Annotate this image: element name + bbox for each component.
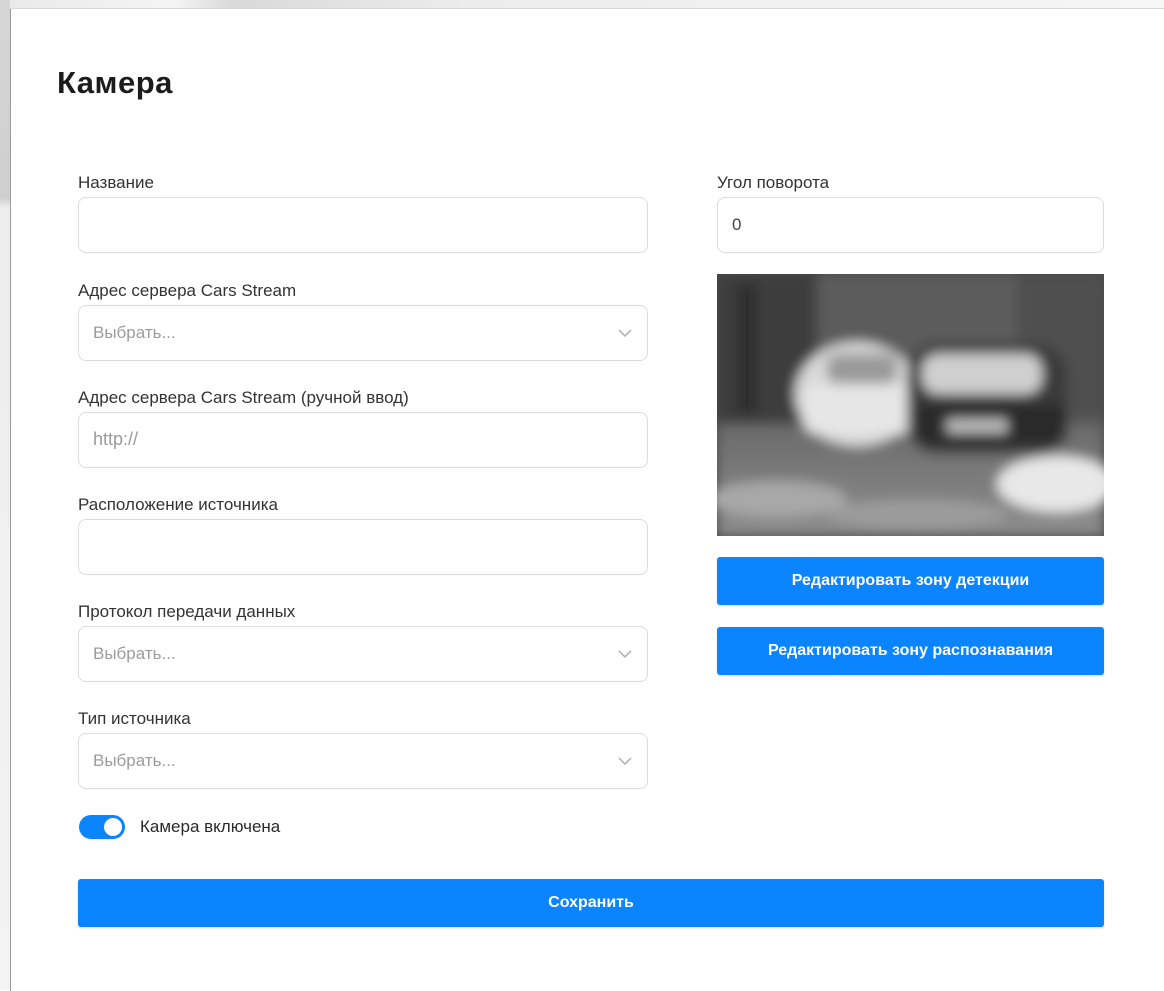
protocol-select[interactable]: Выбрать...: [78, 626, 648, 682]
camera-modal: Камера Название Адрес сервера Cars Strea…: [10, 8, 1164, 991]
camera-enabled-label: Камера включена: [140, 817, 281, 836]
toggle-knob: [104, 818, 122, 836]
server-address-label: Адрес сервера Cars Stream: [78, 281, 297, 300]
server-address-select-value: Выбрать...: [93, 323, 176, 342]
server-manual-input[interactable]: [78, 412, 648, 468]
modal-title: Камера: [57, 65, 173, 100]
source-type-select-value: Выбрать...: [93, 751, 176, 770]
protocol-label: Протокол передачи данных: [78, 602, 296, 621]
server-manual-label: Адрес сервера Cars Stream (ручной ввод): [78, 388, 409, 407]
server-address-select[interactable]: Выбрать...: [78, 305, 648, 361]
save-button[interactable]: Сохранить: [78, 879, 1104, 927]
rotation-input[interactable]: [717, 197, 1104, 253]
rotation-label: Угол поворота: [717, 173, 830, 192]
name-input[interactable]: [78, 197, 648, 253]
page-backdrop-top: [0, 0, 1164, 8]
chevron-down-icon: [618, 329, 632, 338]
name-label: Название: [78, 173, 154, 192]
edit-recognition-zone-button[interactable]: Редактировать зону распознавания: [717, 627, 1104, 675]
protocol-select-value: Выбрать...: [93, 644, 176, 663]
camera-enabled-toggle[interactable]: [79, 815, 125, 839]
source-type-label: Тип источника: [78, 709, 191, 728]
location-input[interactable]: [78, 519, 648, 575]
source-type-select[interactable]: Выбрать...: [78, 733, 648, 789]
camera-snapshot: [717, 274, 1104, 536]
page-backdrop-left: [0, 0, 10, 990]
location-label: Расположение источника: [78, 495, 278, 514]
camera-preview-image: [717, 274, 1104, 536]
chevron-down-icon: [618, 650, 632, 659]
edit-detection-zone-button[interactable]: Редактировать зону детекции: [717, 557, 1104, 605]
chevron-down-icon: [618, 757, 632, 766]
